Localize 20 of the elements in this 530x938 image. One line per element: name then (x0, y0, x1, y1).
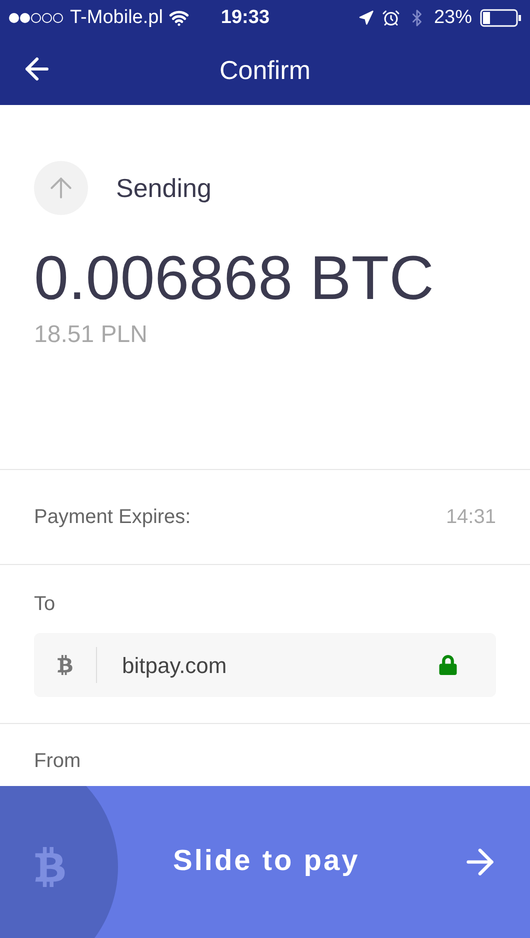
recipient-domain: bitpay.com (122, 652, 227, 680)
expires-time: 14:31 (446, 505, 496, 530)
fiat-amount: 18.51 PLN (34, 320, 148, 350)
wifi-icon (168, 8, 189, 28)
recipient-field[interactable]: bitpay.com (34, 633, 496, 697)
to-label: To (34, 592, 56, 617)
location-icon (358, 10, 374, 26)
transaction-type: Sending (116, 172, 212, 204)
from-label: From (34, 750, 81, 772)
bitcoin-icon (55, 655, 75, 675)
battery-percent: 23% (434, 6, 472, 30)
signal-icon (8, 12, 64, 24)
lock-icon (438, 655, 458, 675)
amount-value: 0.006868 BTC (34, 243, 435, 315)
battery-icon (480, 9, 522, 27)
alarm-icon (382, 9, 400, 27)
clock-time: 19:33 (220, 6, 270, 30)
carrier-name: T-Mobile.pl (70, 6, 163, 30)
screen-title: Confirm (219, 54, 310, 87)
expires-label: Payment Expires: (34, 505, 191, 530)
